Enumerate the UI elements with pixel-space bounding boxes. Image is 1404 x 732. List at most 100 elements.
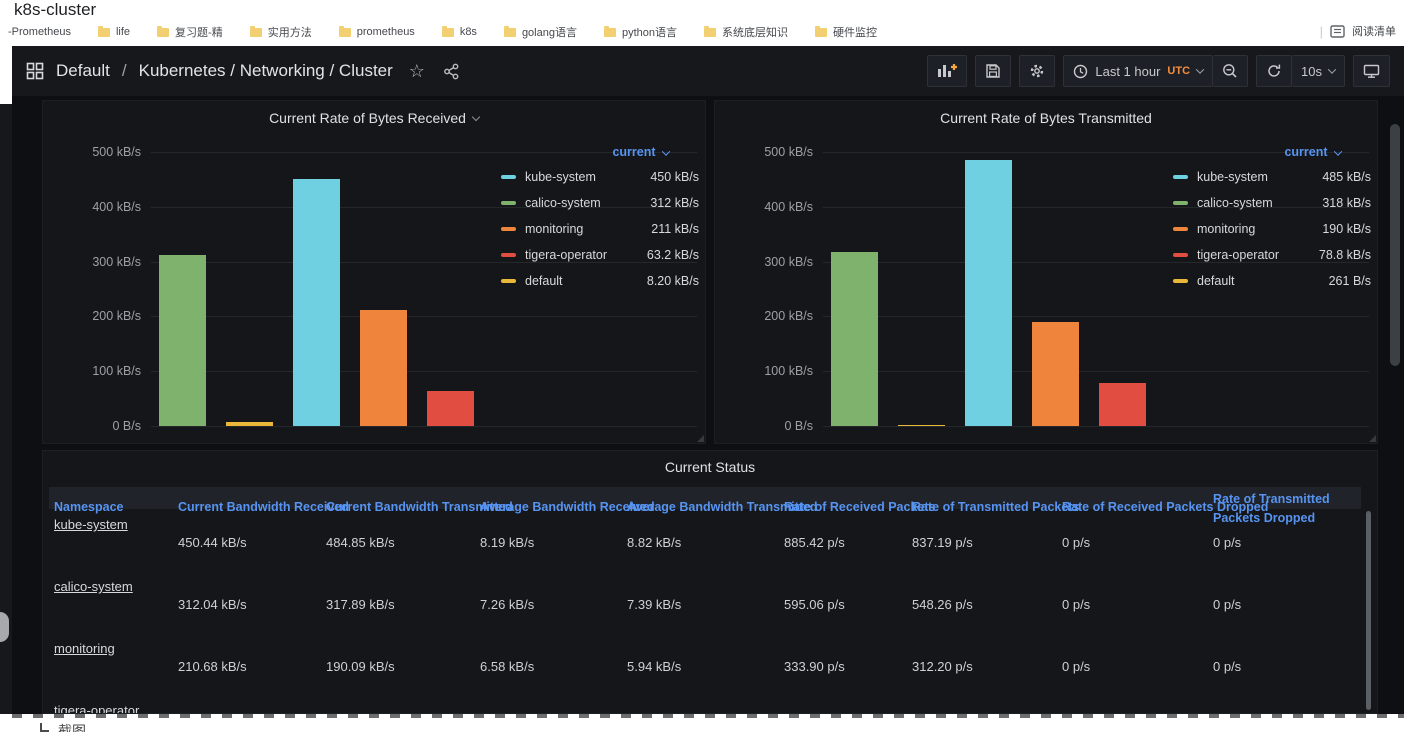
panel-resize-handle[interactable] xyxy=(697,435,704,442)
bookmark-item[interactable]: golang语言 xyxy=(504,24,577,40)
add-panel-button[interactable] xyxy=(927,55,967,87)
gridline xyxy=(151,426,697,427)
refresh-button[interactable] xyxy=(1256,55,1292,87)
legend-item[interactable]: calico-system318 kB/s xyxy=(1173,190,1371,216)
chart-panels-row: Current Rate of Bytes Received 500 kB/s4… xyxy=(42,100,1378,444)
table-cell: 595.06 p/s xyxy=(779,571,907,633)
save-dashboard-button[interactable] xyxy=(975,55,1011,87)
folder-icon xyxy=(250,28,262,37)
table-panel-title[interactable]: Current Status xyxy=(43,459,1377,475)
refresh-interval-dropdown[interactable]: 10s xyxy=(1292,55,1345,87)
sidebar-handle[interactable] xyxy=(0,612,9,642)
legend-item[interactable]: monitoring190 kB/s xyxy=(1173,216,1371,242)
namespace-link[interactable]: monitoring xyxy=(54,641,115,656)
save-icon xyxy=(985,63,1001,79)
legend-series-value: 63.2 kB/s xyxy=(647,248,699,262)
panel-resize-handle[interactable] xyxy=(1369,435,1376,442)
page-scrollbar[interactable] xyxy=(1390,124,1400,366)
refresh-icon xyxy=(1266,63,1282,79)
panel-title[interactable]: Current Rate of Bytes Transmitted xyxy=(715,110,1377,126)
bookmark-item[interactable]: life xyxy=(98,26,130,38)
dashboard-toolbar: Last 1 hour UTC xyxy=(927,55,1390,87)
legend-item[interactable]: default8.20 kB/s xyxy=(501,268,699,294)
bookmark-label: k8s xyxy=(460,26,477,38)
chevron-down-icon xyxy=(662,147,670,155)
divider: | xyxy=(1320,24,1323,39)
legend-series-name: tigera-operator xyxy=(525,248,647,262)
panel-current-status: Current Status NamespaceCurrent Bandwidt… xyxy=(42,450,1378,714)
time-range-picker[interactable]: Last 1 hour UTC xyxy=(1063,55,1213,87)
legend-item[interactable]: kube-system450 kB/s xyxy=(501,164,699,190)
table-row: tigera-operator xyxy=(49,695,1361,714)
y-axis-label: 300 kB/s xyxy=(55,255,141,269)
legend-series-name: calico-system xyxy=(525,196,650,210)
table-body: kube-system450.44 kB/s484.85 kB/s8.19 kB… xyxy=(49,509,1361,713)
legend-sort-header[interactable]: current xyxy=(501,145,699,159)
legend-item[interactable]: calico-system312 kB/s xyxy=(501,190,699,216)
dashboard-grid-icon xyxy=(26,62,44,80)
favorite-star-icon[interactable]: ☆ xyxy=(409,61,425,82)
namespace-cell: monitoring xyxy=(49,633,173,695)
dashboard-settings-button[interactable] xyxy=(1019,55,1055,87)
table-cell: 885.42 p/s xyxy=(779,509,907,571)
breadcrumb-dashboard-name[interactable]: Kubernetes / Networking / Cluster xyxy=(139,61,393,81)
zoom-out-button[interactable] xyxy=(1213,55,1248,87)
bar-monitoring xyxy=(360,310,407,426)
namespace-link[interactable]: calico-system xyxy=(54,579,133,594)
legend-swatch xyxy=(501,227,516,231)
legend-series-name: default xyxy=(1197,274,1329,288)
bookmark-item[interactable]: 系统底层知识 xyxy=(704,24,788,40)
table-cell: 8.82 kB/s xyxy=(622,509,779,571)
namespace-link[interactable]: kube-system xyxy=(54,517,128,532)
bookmark-item[interactable]: k8s xyxy=(442,26,477,38)
breadcrumb-folder[interactable]: Default xyxy=(56,61,110,81)
legend-series-name: monitoring xyxy=(525,222,651,236)
reading-list[interactable]: | 阅读清单 xyxy=(1320,23,1396,39)
legend-item[interactable]: tigera-operator78.8 kB/s xyxy=(1173,242,1371,268)
namespace-cell: tigera-operator xyxy=(49,695,173,714)
reading-list-icon xyxy=(1330,25,1345,38)
bookmark-item[interactable]: python语言 xyxy=(604,24,677,40)
share-icon[interactable] xyxy=(443,63,460,80)
bars-group xyxy=(159,179,474,426)
bookmark-label: 实用方法 xyxy=(268,24,312,40)
panel-title[interactable]: Current Rate of Bytes Received xyxy=(43,110,705,126)
bookmark-item[interactable]: -Prometheus xyxy=(8,26,71,38)
bar-kube-system xyxy=(293,179,340,426)
legend-series-value: 261 B/s xyxy=(1329,274,1371,288)
table-row: kube-system450.44 kB/s484.85 kB/s8.19 kB… xyxy=(49,509,1361,571)
legend-item[interactable]: kube-system485 kB/s xyxy=(1173,164,1371,190)
panel-menu-caret-icon[interactable] xyxy=(472,112,480,120)
bookmark-item[interactable]: prometheus xyxy=(339,26,415,38)
legend-item[interactable]: monitoring211 kB/s xyxy=(501,216,699,242)
cycle-view-mode-button[interactable] xyxy=(1353,55,1390,87)
bookmark-item[interactable]: 复习题-精 xyxy=(157,24,223,40)
namespace-link[interactable]: tigera-operator xyxy=(54,703,139,714)
legend-item[interactable]: tigera-operator63.2 kB/s xyxy=(501,242,699,268)
chevron-down-icon xyxy=(1328,65,1336,73)
dashboard-navbar: Default / Kubernetes / Networking / Clus… xyxy=(12,46,1404,96)
legend-series-value: 312 kB/s xyxy=(650,196,699,210)
table-scrollbar[interactable] xyxy=(1366,511,1371,710)
selection-dashed-border xyxy=(12,714,1404,718)
table-cell: 0 p/s xyxy=(1208,571,1361,633)
breadcrumb: Default / Kubernetes / Networking / Clus… xyxy=(26,61,460,82)
bar-calico-system xyxy=(159,255,206,426)
bookmark-item[interactable]: 硬件监控 xyxy=(815,24,877,40)
legend-swatch xyxy=(1173,279,1188,283)
y-axis-label: 400 kB/s xyxy=(55,200,141,214)
table-cell: 317.89 kB/s xyxy=(321,571,475,633)
legend-series-name: default xyxy=(525,274,647,288)
legend-sort-header[interactable]: current xyxy=(1173,145,1371,159)
table-cell: 312.20 p/s xyxy=(907,633,1057,695)
bar-calico-system xyxy=(831,252,878,426)
legend-item[interactable]: default261 B/s xyxy=(1173,268,1371,294)
bookmark-item[interactable]: 实用方法 xyxy=(250,24,312,40)
table-cell: 0 p/s xyxy=(1057,633,1208,695)
bar-default xyxy=(226,422,273,426)
legend-series-value: 211 kB/s xyxy=(651,222,699,236)
legend-sort-label: current xyxy=(612,145,655,159)
table-cell: 7.26 kB/s xyxy=(475,571,622,633)
folder-icon xyxy=(815,28,827,37)
bar-tigera-operator xyxy=(1099,383,1146,426)
